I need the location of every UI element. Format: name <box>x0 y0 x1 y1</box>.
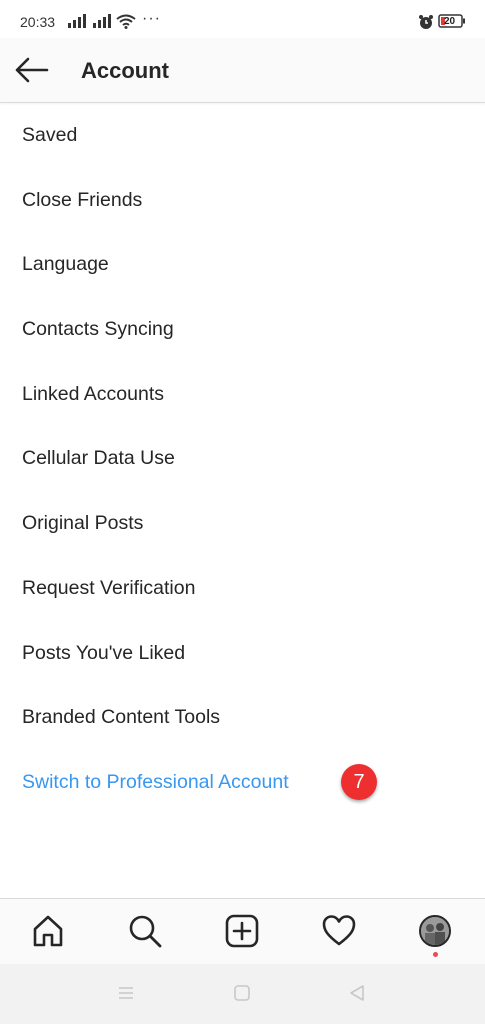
battery-level: 20 <box>444 16 456 27</box>
alarm-icon <box>419 15 433 29</box>
system-nav-bar <box>0 964 485 1024</box>
avatar-photo-icon <box>421 917 449 945</box>
menu-icon[interactable] <box>117 984 135 1002</box>
app-header: Account <box>0 38 485 103</box>
switch-professional-label: Switch to Professional Account <box>22 770 289 793</box>
cell-signal-icon <box>68 14 86 28</box>
bottom-nav <box>0 898 485 965</box>
home-square-icon[interactable] <box>233 984 251 1002</box>
menu-item-saved[interactable]: Saved <box>0 103 485 168</box>
cell-signal-2-icon <box>93 14 111 28</box>
menu-item-linked-accounts[interactable]: Linked Accounts <box>0 362 485 427</box>
add-post-icon[interactable] <box>224 913 260 949</box>
menu-item-contacts-syncing[interactable]: Contacts Syncing <box>0 297 485 362</box>
wifi-icon <box>116 14 136 29</box>
search-icon[interactable] <box>127 913 163 949</box>
home-icon[interactable] <box>30 913 66 949</box>
menu-item-posts-liked[interactable]: Posts You've Liked <box>0 621 485 686</box>
page-title: Account <box>81 58 169 83</box>
status-bar: 20:33 ··· 20 <box>0 0 485 38</box>
menu-item-language[interactable]: Language <box>0 232 485 297</box>
heart-icon[interactable] <box>321 913 357 949</box>
menu-item-branded-content-tools[interactable]: Branded Content Tools <box>0 685 485 750</box>
menu-item-cellular-data-use[interactable]: Cellular Data Use <box>0 426 485 491</box>
back-arrow-icon[interactable] <box>14 56 50 84</box>
menu-item-close-friends[interactable]: Close Friends <box>0 168 485 233</box>
profile-avatar[interactable] <box>419 915 451 947</box>
menu-item-request-verification[interactable]: Request Verification <box>0 556 485 621</box>
menu-item-original-posts[interactable]: Original Posts <box>0 491 485 556</box>
overflow-dots-icon: ··· <box>142 10 161 27</box>
account-menu-list: Saved Close Friends Language Contacts Sy… <box>0 103 485 815</box>
activity-dot <box>433 952 438 957</box>
back-triangle-icon[interactable] <box>348 984 366 1002</box>
status-time: 20:33 <box>20 14 56 30</box>
switch-professional-link[interactable]: Switch to Professional Account 7 <box>0 750 485 815</box>
notification-badge: 7 <box>341 763 377 800</box>
